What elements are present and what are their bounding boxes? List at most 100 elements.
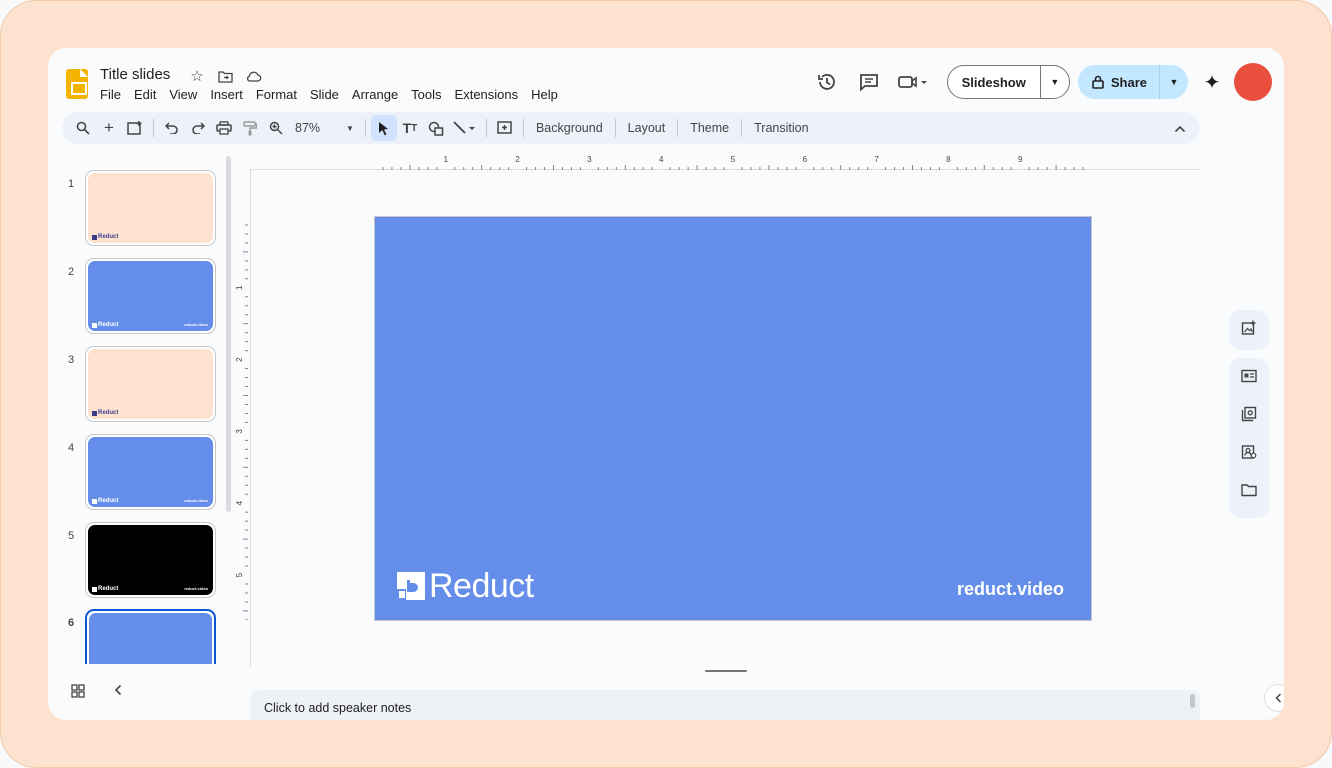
menu-insert[interactable]: Insert <box>210 87 249 102</box>
vertical-ruler[interactable]: 1 2 3 4 5 <box>234 216 248 620</box>
menu-edit[interactable]: Edit <box>134 87 162 102</box>
horizontal-ruler[interactable]: 1 2 3 4 5 6 7 8 9 <box>374 156 1090 170</box>
move-folder-icon[interactable] <box>216 67 234 85</box>
layout-button[interactable]: Layout <box>621 121 673 135</box>
ruler-label: 5 <box>731 156 736 164</box>
new-slide-layout-icon[interactable] <box>122 115 148 141</box>
thumbnail-url: reduct.video <box>184 498 208 503</box>
slide-thumbnail[interactable]: Reduct <box>85 170 216 246</box>
menu-file[interactable]: File <box>100 87 127 102</box>
meet-icon[interactable] <box>893 64 933 100</box>
text-box-icon[interactable]: TT <box>397 115 423 141</box>
slide-number: 4 <box>68 442 75 454</box>
transition-button[interactable]: Transition <box>747 121 815 135</box>
slide-canvas[interactable]: Reduct reduct.video <box>374 216 1092 621</box>
folder-icon[interactable] <box>1237 478 1261 502</box>
chevron-up-icon[interactable] <box>1174 120 1186 138</box>
ruler-label: 3 <box>587 156 592 164</box>
slide-thumbnail[interactable]: Reduct reduct.video <box>85 434 216 510</box>
slide-thumbnail-selected[interactable] <box>85 609 216 664</box>
speaker-notes[interactable]: Click to add speaker notes <box>250 690 1200 720</box>
slide-thumbnail[interactable]: Reduct <box>85 346 216 422</box>
theme-button[interactable]: Theme <box>683 121 736 135</box>
slide-filmstrip[interactable]: 1 Reduct 2 Reduct reduct.video 3 Reduct <box>48 164 236 664</box>
filmstrip-scrollbar[interactable] <box>226 156 231 512</box>
toolbar: + 87% ▼ TT Background Layout Theme Trans… <box>62 112 1200 144</box>
ruler-label: 7 <box>874 156 879 164</box>
grid-view-icon[interactable] <box>71 684 85 703</box>
print-icon[interactable] <box>211 115 237 141</box>
zoom-icon[interactable] <box>263 115 289 141</box>
comments-icon[interactable] <box>851 64 887 100</box>
thumbnail-logo: Reduct <box>92 498 118 504</box>
share-button[interactable]: Share <box>1078 65 1160 99</box>
slide-thumbnail[interactable]: Reduct reduct.video <box>85 522 216 598</box>
slide-thumbnail-row[interactable]: 6 <box>48 609 236 664</box>
thumbnail-url: reduct.video <box>184 322 208 327</box>
cloud-status-icon[interactable] <box>244 67 262 85</box>
avatar[interactable] <box>1234 63 1272 101</box>
slideshow-button[interactable]: Slideshow <box>948 66 1041 98</box>
thumbnail-logo: Reduct <box>92 322 118 328</box>
thumbnail-canvas: Reduct reduct.video <box>88 525 213 595</box>
insert-image-icon[interactable] <box>1241 320 1257 341</box>
menu-format[interactable]: Format <box>256 87 303 102</box>
redo-icon[interactable] <box>185 115 211 141</box>
lock-icon <box>1092 75 1104 89</box>
notes-scrollbar[interactable] <box>1190 694 1195 708</box>
slideshow-dropdown[interactable]: ▼ <box>1041 77 1069 87</box>
slides-logo-icon[interactable] <box>66 69 88 99</box>
slide-thumbnail-row[interactable]: 2 Reduct reduct.video <box>48 258 236 336</box>
divider <box>741 119 743 137</box>
menu-help[interactable]: Help <box>531 87 564 102</box>
share-dropdown[interactable]: ▼ <box>1160 77 1188 87</box>
thumbnail-canvas: Reduct <box>88 173 213 243</box>
menu-view[interactable]: View <box>169 87 203 102</box>
title-actions: ☆ <box>188 67 262 85</box>
divider <box>677 119 679 137</box>
menu-arrange[interactable]: Arrange <box>352 87 404 102</box>
select-tool-icon[interactable] <box>370 115 397 141</box>
divider <box>614 119 616 137</box>
menu-slide[interactable]: Slide <box>310 87 345 102</box>
document-title[interactable]: Title slides <box>100 66 170 83</box>
divider <box>485 119 487 137</box>
ruler-label: 4 <box>659 156 664 164</box>
slide-thumbnail-row[interactable]: 1 Reduct <box>48 170 236 248</box>
undo-icon[interactable] <box>159 115 185 141</box>
add-comment-icon[interactable] <box>492 115 518 141</box>
slide-thumbnail-row[interactable]: 5 Reduct reduct.video <box>48 522 236 600</box>
menu-tools[interactable]: Tools <box>411 87 447 102</box>
new-slide-icon[interactable]: + <box>96 115 122 141</box>
zoom-select[interactable]: 87% ▼ <box>289 121 360 135</box>
line-icon[interactable] <box>449 115 481 141</box>
menu-bar: File Edit View Insert Format Slide Arran… <box>100 87 571 102</box>
background-button[interactable]: Background <box>529 121 610 135</box>
slide-thumbnail-row[interactable]: 4 Reduct reduct.video <box>48 434 236 512</box>
divider <box>364 119 366 137</box>
star-icon[interactable]: ☆ <box>188 67 206 85</box>
chevron-down-icon: ▼ <box>346 123 354 133</box>
share-button-group: Share ▼ <box>1077 65 1188 99</box>
menu-extensions[interactable]: Extensions <box>455 87 525 102</box>
shape-icon[interactable] <box>423 115 449 141</box>
canvas-border <box>250 169 251 667</box>
chevron-left-icon[interactable] <box>1264 684 1284 712</box>
slide-url-text[interactable]: reduct.video <box>957 579 1064 600</box>
slide-thumbnail-row[interactable]: 3 Reduct <box>48 346 236 424</box>
ruler-label: 9 <box>1018 156 1023 164</box>
contacts-icon[interactable] <box>1237 440 1261 464</box>
thumbnail-canvas <box>89 613 212 664</box>
notes-resize-handle[interactable] <box>705 670 747 672</box>
version-history-icon[interactable] <box>809 64 845 100</box>
gemini-icon[interactable]: ✦ <box>1194 64 1230 100</box>
search-icon[interactable] <box>70 115 96 141</box>
tasks-icon[interactable] <box>1237 402 1261 426</box>
collapse-filmstrip-icon[interactable] <box>114 683 122 699</box>
slide-thumbnail[interactable]: Reduct reduct.video <box>85 258 216 334</box>
reduct-logo[interactable]: Reduct <box>397 569 534 603</box>
keep-icon[interactable] <box>1237 364 1261 388</box>
ruler-label: 3 <box>235 429 244 434</box>
divider <box>153 119 154 137</box>
paint-format-icon[interactable] <box>237 115 263 141</box>
